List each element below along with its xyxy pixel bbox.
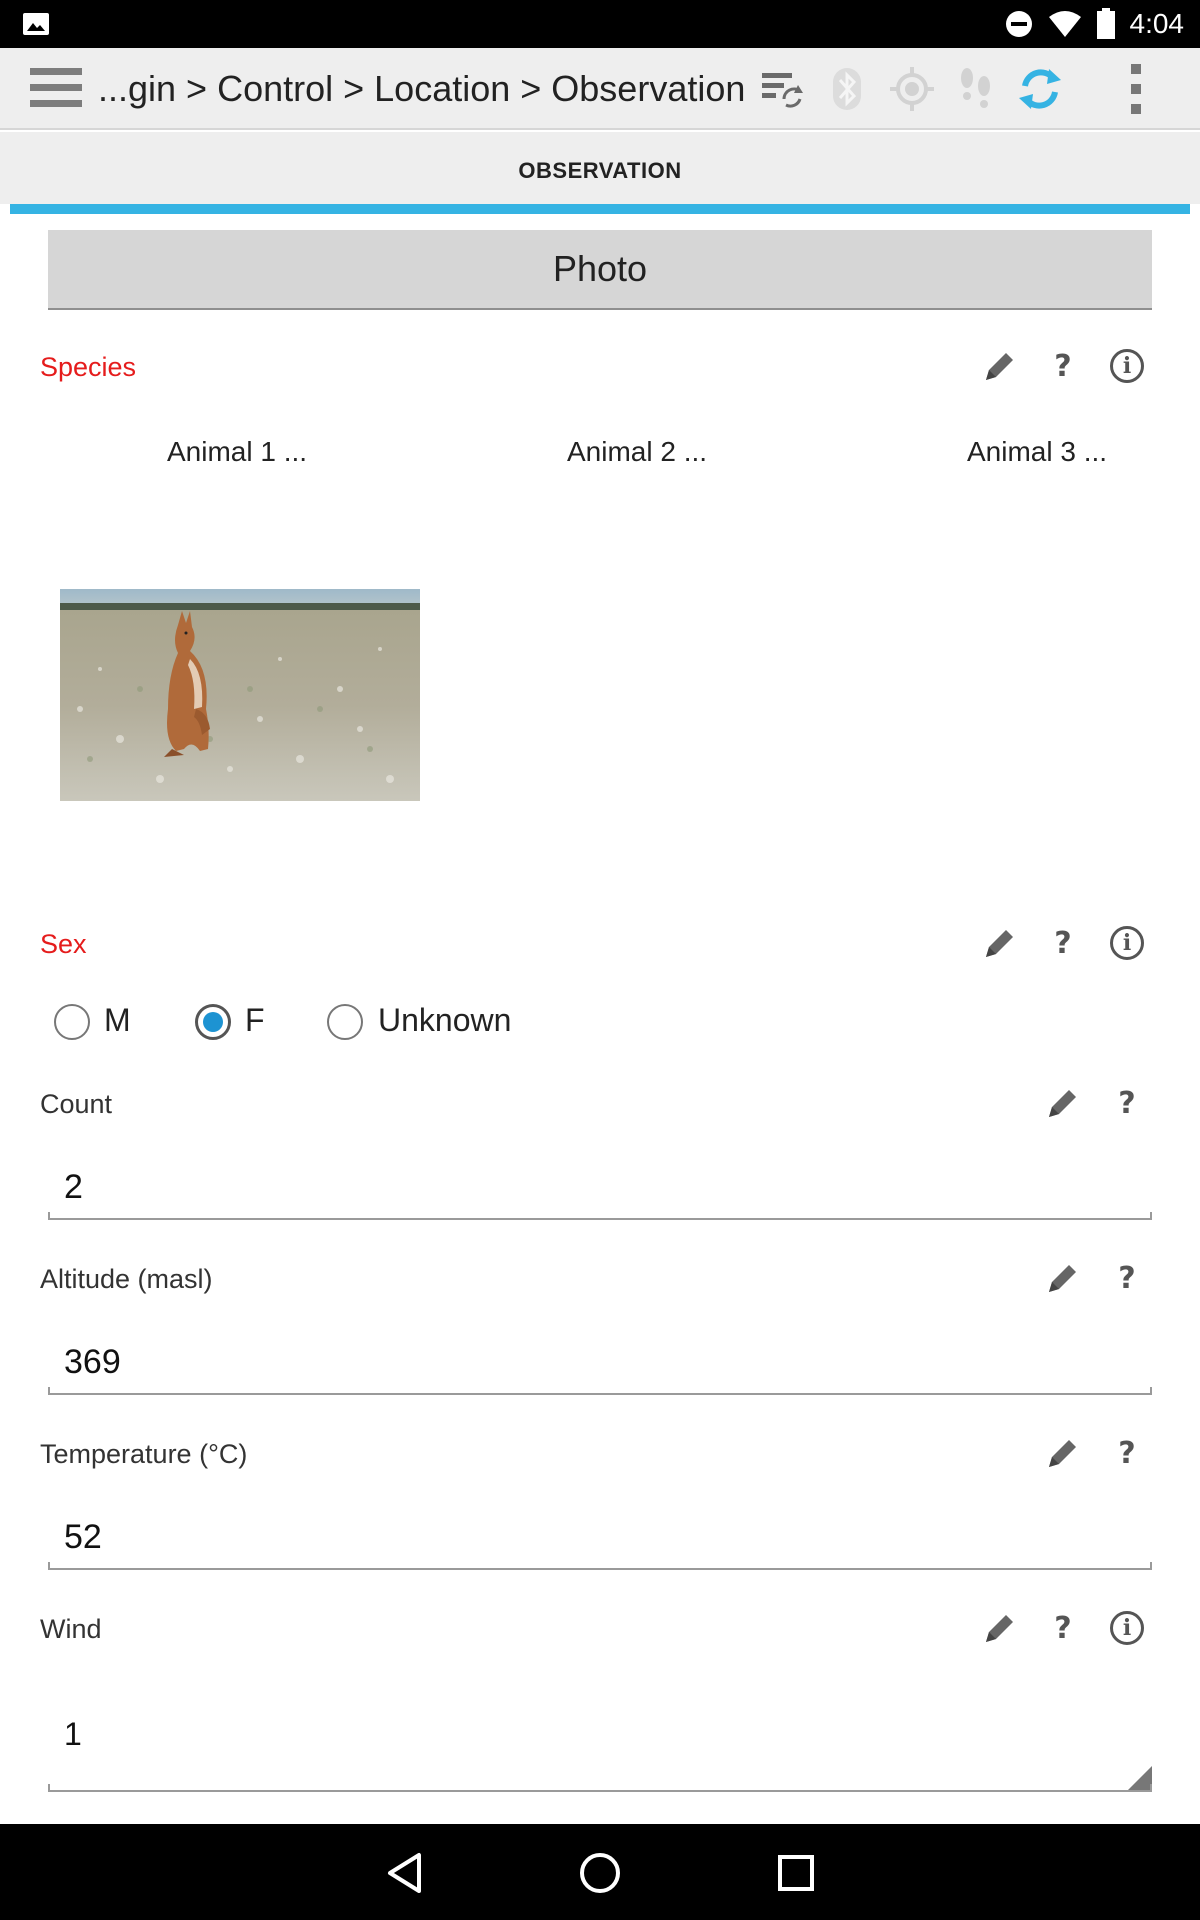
pencil-icon[interactable] — [1041, 1081, 1085, 1125]
species-photo[interactable] — [60, 589, 420, 801]
menu-icon[interactable] — [30, 68, 82, 110]
help-icon[interactable]: ? — [1105, 1431, 1149, 1475]
pencil-icon[interactable] — [1041, 1431, 1085, 1475]
do-not-disturb-icon — [1005, 11, 1032, 37]
sex-radio-f[interactable] — [195, 1004, 231, 1040]
pencil-icon[interactable] — [978, 921, 1022, 965]
altitude-value: 369 — [64, 1343, 121, 1381]
breadcrumb[interactable]: ...gin > Control > Location > Observatio… — [98, 48, 745, 130]
altitude-input[interactable]: 369 — [48, 1343, 1152, 1395]
wifi-icon — [1048, 11, 1081, 37]
wind-label: Wind — [40, 1614, 102, 1644]
temperature-input[interactable]: 52 — [48, 1518, 1152, 1570]
species-option-1[interactable]: Animal 1 ... — [167, 436, 307, 468]
info-icon[interactable]: i — [1105, 921, 1149, 965]
count-label: Count — [40, 1089, 113, 1119]
help-icon[interactable]: ? — [1105, 1256, 1149, 1300]
recents-icon[interactable] — [771, 1848, 821, 1898]
pencil-icon[interactable] — [978, 1606, 1022, 1650]
sex-radio-m[interactable] — [54, 1004, 90, 1040]
pencil-icon[interactable] — [978, 344, 1022, 388]
tab-observation[interactable]: OBSERVATION — [0, 158, 1200, 184]
sex-radio-unknown[interactable] — [327, 1004, 363, 1040]
info-icon[interactable]: i — [1105, 344, 1149, 388]
sex-label: Sex — [40, 929, 87, 959]
bluetooth-icon[interactable] — [823, 65, 871, 113]
sex-option-m-label[interactable]: M — [104, 1002, 131, 1039]
altitude-label: Altitude (masl) — [40, 1264, 213, 1294]
footsteps-icon[interactable] — [952, 65, 1000, 113]
battery-icon — [1096, 8, 1115, 39]
back-icon[interactable] — [380, 1848, 430, 1898]
help-icon[interactable]: ? — [1105, 1081, 1149, 1125]
wind-value: 1 — [64, 1716, 82, 1752]
wind-textarea[interactable]: 1 — [48, 1708, 1152, 1792]
resize-handle-icon[interactable] — [1128, 1766, 1152, 1790]
species-option-2[interactable]: Animal 2 ... — [567, 436, 707, 468]
photo-button[interactable]: Photo — [48, 230, 1152, 310]
refresh-icon[interactable] — [1016, 65, 1064, 113]
count-value: 2 — [64, 1168, 83, 1206]
info-icon[interactable]: i — [1105, 1606, 1149, 1650]
action-bar: ...gin > Control > Location > Observatio… — [0, 48, 1200, 130]
clock: 4:04 — [1129, 8, 1185, 39]
gallery-icon — [23, 13, 49, 35]
gps-icon[interactable] — [888, 65, 936, 113]
species-option-3[interactable]: Animal 3 ... — [967, 436, 1107, 468]
tab-indicator — [10, 204, 1190, 214]
count-input[interactable]: 2 — [48, 1168, 1152, 1220]
help-icon[interactable]: ? — [1041, 1606, 1085, 1650]
sync-list-icon[interactable] — [758, 65, 806, 113]
species-label: Species — [40, 352, 137, 382]
home-icon[interactable] — [575, 1848, 625, 1898]
overflow-menu-icon[interactable] — [1112, 64, 1160, 114]
temperature-value: 52 — [64, 1518, 102, 1556]
help-icon[interactable]: ? — [1041, 344, 1085, 388]
sex-option-f-label[interactable]: F — [245, 1002, 265, 1039]
temperature-label: Temperature (°C) — [40, 1439, 248, 1469]
help-icon[interactable]: ? — [1041, 921, 1085, 965]
pencil-icon[interactable] — [1041, 1256, 1085, 1300]
sex-option-unknown-label[interactable]: Unknown — [378, 1002, 511, 1039]
navigation-bar — [0, 1824, 1200, 1920]
status-bar: 4:04 — [0, 0, 1200, 48]
